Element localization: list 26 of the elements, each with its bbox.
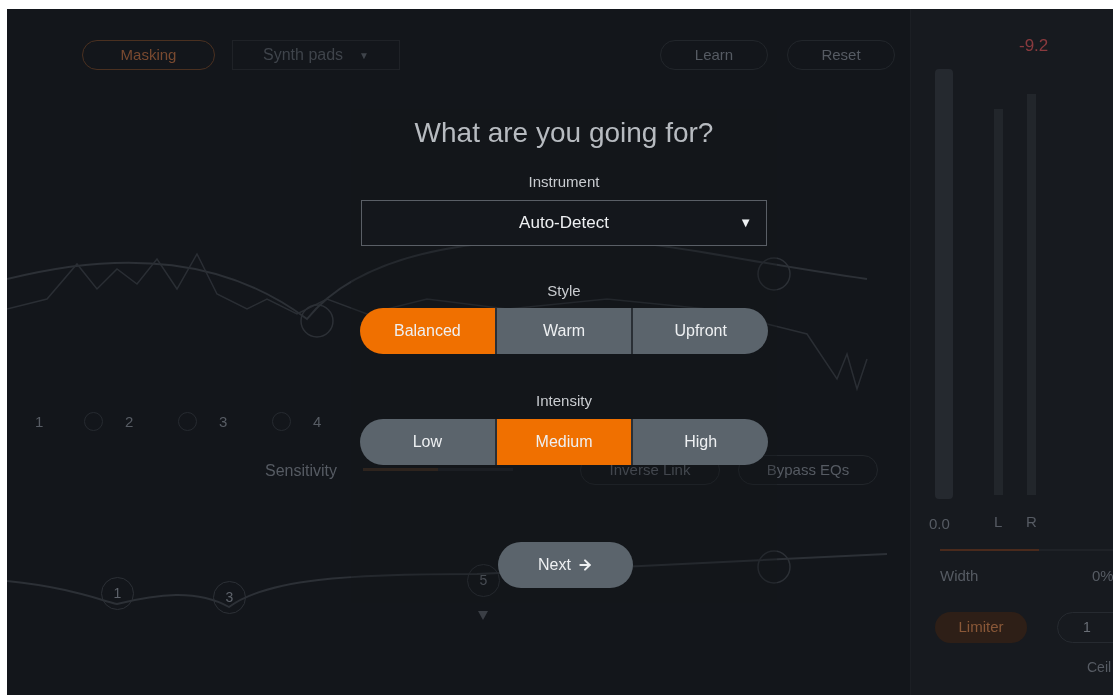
ceiling-label: Ceil (1087, 658, 1112, 677)
option-button[interactable]: Medium (494, 418, 632, 465)
limiter-button[interactable]: Limiter (935, 612, 1027, 643)
dialog-title: What are you going for? (414, 116, 714, 150)
band-label: 3 (219, 412, 228, 432)
instrument-dropdown[interactable]: Auto-Detect ▼ (361, 199, 767, 246)
band-label: 2 (125, 412, 134, 432)
option-button[interactable]: Warm (494, 308, 632, 354)
peak-reading: -9.2 (1019, 35, 1049, 57)
marker-triangle-icon (478, 611, 488, 620)
width-reading: 0% (1092, 566, 1113, 586)
meter-reading: 0.0 (929, 514, 950, 534)
width-label: Width (940, 566, 979, 586)
instrument-label: Instrument (528, 172, 600, 192)
band-label: 4 (313, 412, 322, 432)
option-button[interactable]: Low (360, 418, 495, 465)
band-label: 1 (35, 412, 44, 432)
option-button[interactable]: High (631, 418, 768, 465)
channel-label: R (1026, 512, 1037, 532)
group-label: Intensity (536, 391, 592, 411)
option-button[interactable]: Upfront (631, 308, 768, 354)
next-button[interactable]: Next (498, 541, 633, 588)
group-label: Style (547, 280, 581, 301)
option-button[interactable]: Balanced (360, 308, 495, 354)
sensitivity-label: Sensitivity (265, 461, 338, 481)
channel-label: L (994, 512, 1003, 532)
